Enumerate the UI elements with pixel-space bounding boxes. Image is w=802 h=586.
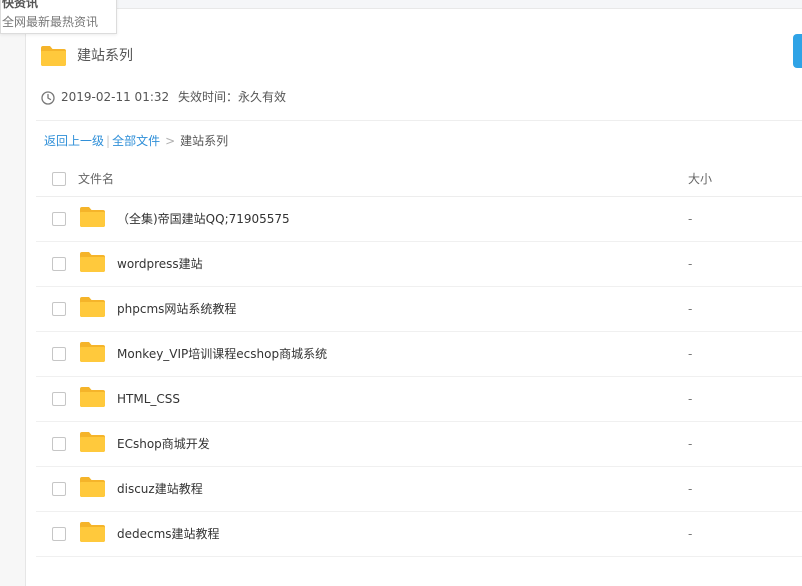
row-checkbox[interactable]: [52, 482, 66, 496]
table-row[interactable]: discuz建站教程 -: [36, 467, 802, 512]
file-name[interactable]: Monkey_VIP培训课程ecshop商城系统: [117, 346, 327, 362]
table-body: （全集)帝国建站QQ;71905575 - wordpress建站 - phpc…: [36, 197, 802, 557]
back-link[interactable]: 返回上一级: [44, 134, 104, 148]
select-all-checkbox[interactable]: [52, 172, 66, 186]
file-name[interactable]: phpcms网站系统教程: [117, 301, 236, 317]
table-row[interactable]: wordpress建站 -: [36, 242, 802, 287]
row-checkbox[interactable]: [52, 302, 66, 316]
file-size: -: [688, 302, 693, 316]
table-row[interactable]: Monkey_VIP培训课程ecshop商城系统 -: [36, 332, 802, 377]
file-name[interactable]: wordpress建站: [117, 256, 203, 272]
row-checkbox[interactable]: [52, 257, 66, 271]
file-name[interactable]: HTML_CSS: [117, 391, 180, 407]
tooltip-title: 快资讯: [2, 0, 39, 10]
file-size: -: [688, 527, 693, 541]
left-sidebar-strip: [0, 0, 26, 586]
file-size: -: [688, 212, 693, 226]
folder-icon: [79, 521, 106, 547]
share-date: 2019-02-11 01:32: [61, 90, 170, 104]
file-table: 文件名 大小 （全集)帝国建站QQ;71905575 - wordpress建站…: [36, 159, 802, 557]
folder-icon: [79, 206, 106, 232]
table-header: 文件名 大小: [36, 159, 802, 197]
news-tooltip[interactable]: 快资讯 全网最新最热资讯: [0, 0, 117, 34]
folder-icon: [79, 386, 106, 412]
file-size: -: [688, 257, 693, 271]
file-name[interactable]: （全集)帝国建站QQ;71905575: [117, 211, 290, 227]
file-size: -: [688, 347, 693, 361]
breadcrumb-arrow: >: [165, 134, 176, 148]
divider: [36, 120, 802, 121]
table-row[interactable]: phpcms网站系统教程 -: [36, 287, 802, 332]
row-checkbox[interactable]: [52, 347, 66, 361]
file-name[interactable]: ECshop商城开发: [117, 436, 210, 452]
all-files-link[interactable]: 全部文件: [112, 134, 160, 148]
expire-time: 失效时间：永久有效: [178, 90, 287, 104]
row-checkbox[interactable]: [52, 527, 66, 541]
file-share-panel: 建站系列 2019-02-11 01:32 失效时间：永久有效 返回上一级 | 全部…: [26, 8, 802, 586]
clock-icon: [41, 90, 55, 109]
breadcrumb-separator: |: [106, 134, 111, 148]
tooltip-subtitle: 全网最新最热资讯: [2, 15, 99, 29]
file-size: -: [688, 437, 693, 451]
table-row[interactable]: （全集)帝国建站QQ;71905575 -: [36, 197, 802, 242]
column-header-size: 大小: [688, 172, 713, 186]
column-header-name: 文件名: [78, 172, 115, 186]
save-button-edge[interactable]: [793, 34, 802, 68]
row-checkbox[interactable]: [52, 212, 66, 226]
table-row[interactable]: ECshop商城开发 -: [36, 422, 802, 467]
folder-icon: [79, 476, 106, 502]
folder-icon: [79, 431, 106, 457]
folder-icon: [40, 45, 67, 71]
table-row[interactable]: dedecms建站教程 -: [36, 512, 802, 557]
breadcrumb: 返回上一级 | 全部文件 > 建站系列: [44, 133, 228, 149]
table-row[interactable]: HTML_CSS -: [36, 377, 802, 422]
folder-icon: [79, 296, 106, 322]
page-title: 建站系列: [77, 48, 133, 64]
file-name[interactable]: discuz建站教程: [117, 481, 203, 497]
file-size: -: [688, 392, 693, 406]
folder-icon: [79, 251, 106, 277]
breadcrumb-current: 建站系列: [180, 134, 229, 148]
folder-icon: [79, 341, 106, 367]
file-name[interactable]: dedecms建站教程: [117, 526, 220, 542]
row-checkbox[interactable]: [52, 392, 66, 406]
file-size: -: [688, 482, 693, 496]
row-checkbox[interactable]: [52, 437, 66, 451]
